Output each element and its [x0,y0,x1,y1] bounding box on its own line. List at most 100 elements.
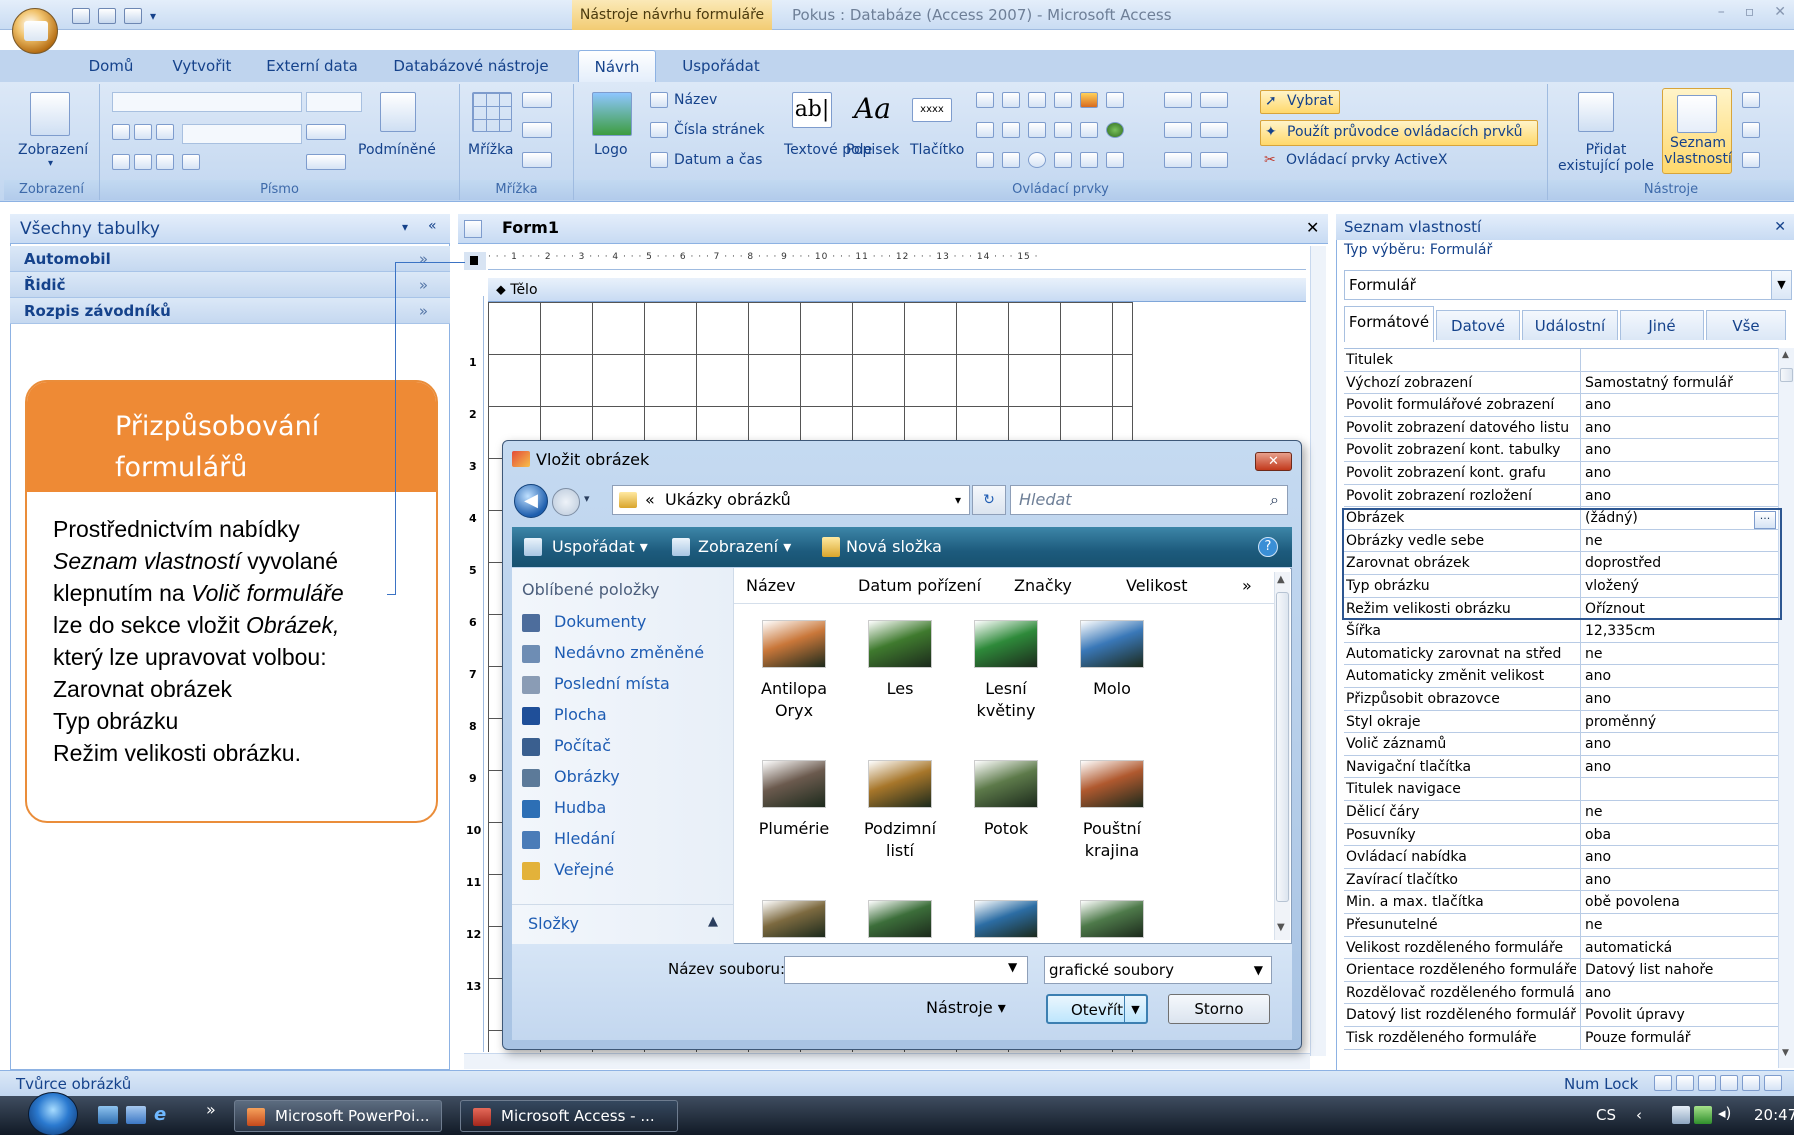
volume-icon[interactable]: ◂) [1718,1104,1731,1122]
pivot-table-view-icon[interactable] [1698,1075,1716,1091]
file-thumbnail[interactable] [974,620,1038,668]
line-type-icon[interactable] [1200,92,1228,108]
tab-databazove-nastroje[interactable]: Databázové nástroje [390,50,552,82]
nazev-label[interactable]: Název [674,92,717,108]
scroll-thumb[interactable] [1276,592,1289,902]
format-painter-icon[interactable] [182,154,200,170]
option-button-icon[interactable] [1028,152,1046,168]
property-value[interactable]: ano [1580,394,1611,417]
file-thumbnail[interactable] [868,900,932,938]
popisek-label[interactable]: Popisek [846,142,899,158]
file-name[interactable]: Les [848,678,952,700]
line-icon[interactable] [1002,92,1020,108]
search-input[interactable]: Hledat ⌕ [1010,485,1288,515]
office-button[interactable] [12,8,58,54]
file-name[interactable]: Plumérie [742,818,846,840]
property-builder-icon[interactable] [1200,152,1228,168]
line-color-icon[interactable] [1164,152,1192,168]
file-thumbnail[interactable] [974,900,1038,938]
nav-group-ridic[interactable]: Řidič » [10,272,450,298]
subform-icon[interactable] [1106,92,1124,108]
property-row[interactable]: Šířka 12,335cm [1344,620,1780,643]
property-value[interactable]: automatická [1580,936,1672,959]
insert-picture-icon[interactable] [1080,152,1098,168]
nav-pane-header[interactable]: Všechny tabulky ▾ « [10,214,450,244]
layout-view-icon[interactable] [1742,1075,1760,1091]
datasheet-view-icon[interactable] [1676,1075,1694,1091]
property-row[interactable]: Tisk rozděleného formuláře Pouze formulář [1344,1027,1780,1050]
maximize-icon[interactable]: ▫ [1745,4,1755,20]
quick-launch-more-icon[interactable]: » [206,1100,216,1119]
chevron-down-icon[interactable]: ▾ [48,158,53,169]
property-row[interactable]: Orientace rozděleného formuláře Datový li… [1344,959,1780,982]
collapse-pane-icon[interactable]: « [428,218,437,234]
help-icon[interactable]: ? [1258,537,1278,557]
property-row[interactable]: Titulek navigace [1344,778,1780,801]
property-value[interactable]: Pouze formulář [1580,1027,1691,1049]
document-tab-form1[interactable]: Form1 [502,218,559,237]
font-name-combo[interactable] [112,92,302,112]
logo-label[interactable]: Logo [594,142,628,158]
file-thumbnail[interactable] [762,760,826,808]
file-thumbnail[interactable] [974,760,1038,808]
file-name[interactable]: Podzimní listí [848,818,952,862]
column-nazev[interactable]: Název [746,576,795,595]
property-row[interactable]: Přesunutelné ne [1344,914,1780,937]
property-sheet-button[interactable]: Seznam vlastností [1662,88,1732,174]
column-datum-porizeni[interactable]: Datum pořízení [858,576,981,595]
property-row[interactable]: Navigační tlačítka ano [1344,755,1780,779]
back-icon[interactable]: ◀ [514,484,548,518]
close-icon[interactable]: ✕ [1774,4,1786,20]
chevron-up-icon[interactable]: ▲ [708,914,718,929]
close-icon[interactable]: ✕ [1774,214,1786,240]
property-value[interactable]: ano [1580,981,1611,1004]
design-view-icon[interactable] [1764,1075,1782,1091]
scroll-up-icon[interactable]: ▲ [1277,574,1285,585]
check-box-icon[interactable] [1028,122,1046,138]
language-indicator[interactable]: CS [1596,1106,1616,1124]
save-icon[interactable] [72,8,90,24]
property-value[interactable]: ano [1580,462,1611,484]
file-thumbnail[interactable] [868,760,932,808]
property-value[interactable] [1580,778,1585,801]
cancel-button[interactable]: Storno [1168,994,1270,1024]
fav-hledani[interactable]: Hledání [554,829,615,848]
object-selector[interactable]: Formulář ▼ [1344,270,1792,300]
property-row[interactable]: Povolit zobrazení rozložení ano [1344,484,1780,508]
property-row[interactable]: Povolit zobrazení kont. grafu ano [1344,462,1780,485]
switch-windows-icon[interactable] [126,1106,146,1124]
property-value[interactable]: ano [1580,484,1611,507]
scroll-down-icon[interactable]: ▼ [1277,922,1285,933]
file-name[interactable]: Antilopa Oryx [742,678,846,722]
forward-icon[interactable] [552,488,580,516]
border-style-icon[interactable] [522,122,552,138]
file-thumbnail[interactable] [868,620,932,668]
property-row[interactable]: Automaticky změnit velikost ano [1344,665,1780,688]
property-value[interactable]: proměnný [1580,710,1656,733]
tab-usporadat[interactable]: Uspořádat [676,50,766,82]
chart-icon[interactable] [1080,92,1098,108]
file-name[interactable]: Potok [954,818,1058,840]
conditional-format-label[interactable]: Podmíněné [358,142,436,158]
font-size-combo[interactable] [182,124,302,144]
property-row[interactable]: Titulek [1344,349,1780,372]
property-row[interactable]: Povolit zobrazení kont. tabulky ano [1344,439,1780,462]
align-right-icon[interactable] [156,154,174,170]
property-value[interactable] [1580,349,1585,371]
folders-toggle[interactable]: Složky [528,914,579,933]
gridlines-button-label[interactable]: Mřížka [468,142,514,158]
property-value[interactable]: ano [1580,665,1611,688]
property-row[interactable]: Min. a max. tlačítka obě povolena [1344,891,1780,914]
ie-icon[interactable]: e [154,1104,166,1125]
clock[interactable]: 20:47 [1754,1106,1794,1124]
history-dropdown-icon[interactable]: ▾ [584,492,590,505]
property-value[interactable]: ano [1580,688,1611,710]
form-vertical-scrollbar[interactable] [1310,246,1326,1056]
pivot-chart-view-icon[interactable] [1720,1075,1738,1091]
label-icon[interactable]: Aa [854,92,891,125]
property-row[interactable]: Posuvníky oba [1344,823,1780,847]
align-left-icon[interactable] [112,154,130,170]
property-row[interactable]: Automaticky zarovnat na střed ne [1344,642,1780,666]
tab-externi-data[interactable]: Externí data [262,50,362,82]
property-row[interactable]: Velikost rozděleného formuláře automatick… [1344,936,1780,960]
